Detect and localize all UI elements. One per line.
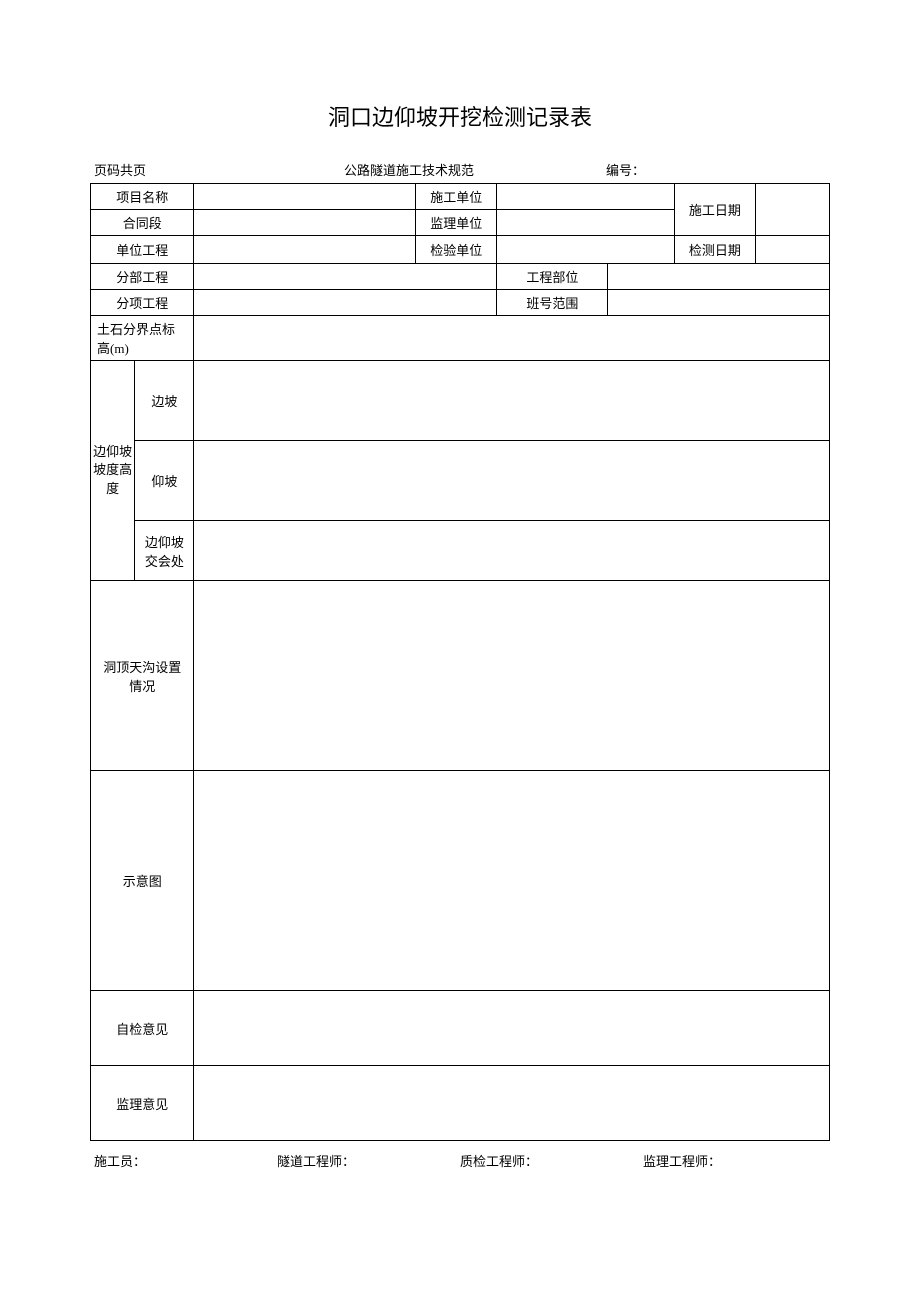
table-row: 土石分界点标高(m) <box>91 316 830 361</box>
table-row: 仰坡 <box>91 441 830 521</box>
table-row: 洞顶天沟设置情况 <box>91 581 830 771</box>
value-inspection-unit <box>497 236 674 264</box>
value-boundary-elevation <box>194 316 830 361</box>
value-unit-project <box>194 236 416 264</box>
label-class-range: 班号范围 <box>497 290 608 316</box>
table-row: 项目名称 施工单位 施工日期 <box>91 184 830 210</box>
label-construction-date: 施工日期 <box>674 184 755 236</box>
value-ditch <box>194 581 830 771</box>
label-contract-section: 合同段 <box>91 210 194 236</box>
label-sub-project: 分部工程 <box>91 264 194 290</box>
footer-line: 施工员： 隧道工程师： 质检工程师： 监理工程师： <box>90 1151 830 1170</box>
table-row: 边仰坡坡度高度 边坡 <box>91 361 830 441</box>
label-supervision-opinion: 监理意见 <box>91 1066 194 1141</box>
label-boundary-elevation: 土石分界点标高(m) <box>91 316 194 361</box>
label-slope-intersection: 边仰坡交会处 <box>135 521 194 581</box>
label-construction-unit: 施工单位 <box>416 184 497 210</box>
value-diagram <box>194 771 830 991</box>
table-row: 自检意见 <box>91 991 830 1066</box>
value-slope-intersection <box>194 521 830 581</box>
table-row: 监理意见 <box>91 1066 830 1141</box>
label-supervision-unit: 监理单位 <box>416 210 497 236</box>
label-unit-project: 单位工程 <box>91 236 194 264</box>
value-class-range <box>608 290 830 316</box>
value-construction-unit <box>497 184 674 210</box>
value-self-check <box>194 991 830 1066</box>
label-qc-engineer: 质检工程师： <box>460 1151 643 1170</box>
label-item-project: 分项工程 <box>91 290 194 316</box>
value-inspection-date <box>756 236 830 264</box>
value-supervision-opinion <box>194 1066 830 1141</box>
value-construction-date <box>756 184 830 236</box>
table-row: 分部工程 工程部位 <box>91 264 830 290</box>
value-project-part <box>608 264 830 290</box>
label-project-name: 项目名称 <box>91 184 194 210</box>
header-line: 页码共页 公路隧道施工技术规范 编号： <box>90 160 830 179</box>
label-diagram: 示意图 <box>91 771 194 991</box>
label-constructor: 施工员： <box>94 1151 277 1170</box>
label-slope-group: 边仰坡坡度高度 <box>91 361 135 581</box>
label-side-slope: 边坡 <box>135 361 194 441</box>
number-label: 编号： <box>606 160 826 179</box>
value-project-name <box>194 184 416 210</box>
table-row: 示意图 <box>91 771 830 991</box>
page-label: 页码共页 <box>94 160 344 179</box>
table-row: 边仰坡交会处 <box>91 521 830 581</box>
value-side-slope <box>194 361 830 441</box>
table-row: 单位工程 检验单位 检测日期 <box>91 236 830 264</box>
label-ditch: 洞顶天沟设置情况 <box>91 581 194 771</box>
label-inspection-unit: 检验单位 <box>416 236 497 264</box>
table-row: 分项工程 班号范围 <box>91 290 830 316</box>
label-supervision-engineer: 监理工程师： <box>643 1151 826 1170</box>
value-sub-project <box>194 264 497 290</box>
value-contract-section <box>194 210 416 236</box>
label-tunnel-engineer: 隧道工程师： <box>277 1151 460 1170</box>
value-supervision-unit <box>497 210 674 236</box>
value-upward-slope <box>194 441 830 521</box>
record-table: 项目名称 施工单位 施工日期 合同段 监理单位 单位工程 检验单位 检测日期 分… <box>90 183 830 1141</box>
value-item-project <box>194 290 497 316</box>
label-upward-slope: 仰坡 <box>135 441 194 521</box>
page-title: 洞口边仰坡开挖检测记录表 <box>90 100 830 132</box>
label-project-part: 工程部位 <box>497 264 608 290</box>
spec-label: 公路隧道施工技术规范 <box>344 160 606 179</box>
label-self-check: 自检意见 <box>91 991 194 1066</box>
label-inspection-date: 检测日期 <box>674 236 755 264</box>
